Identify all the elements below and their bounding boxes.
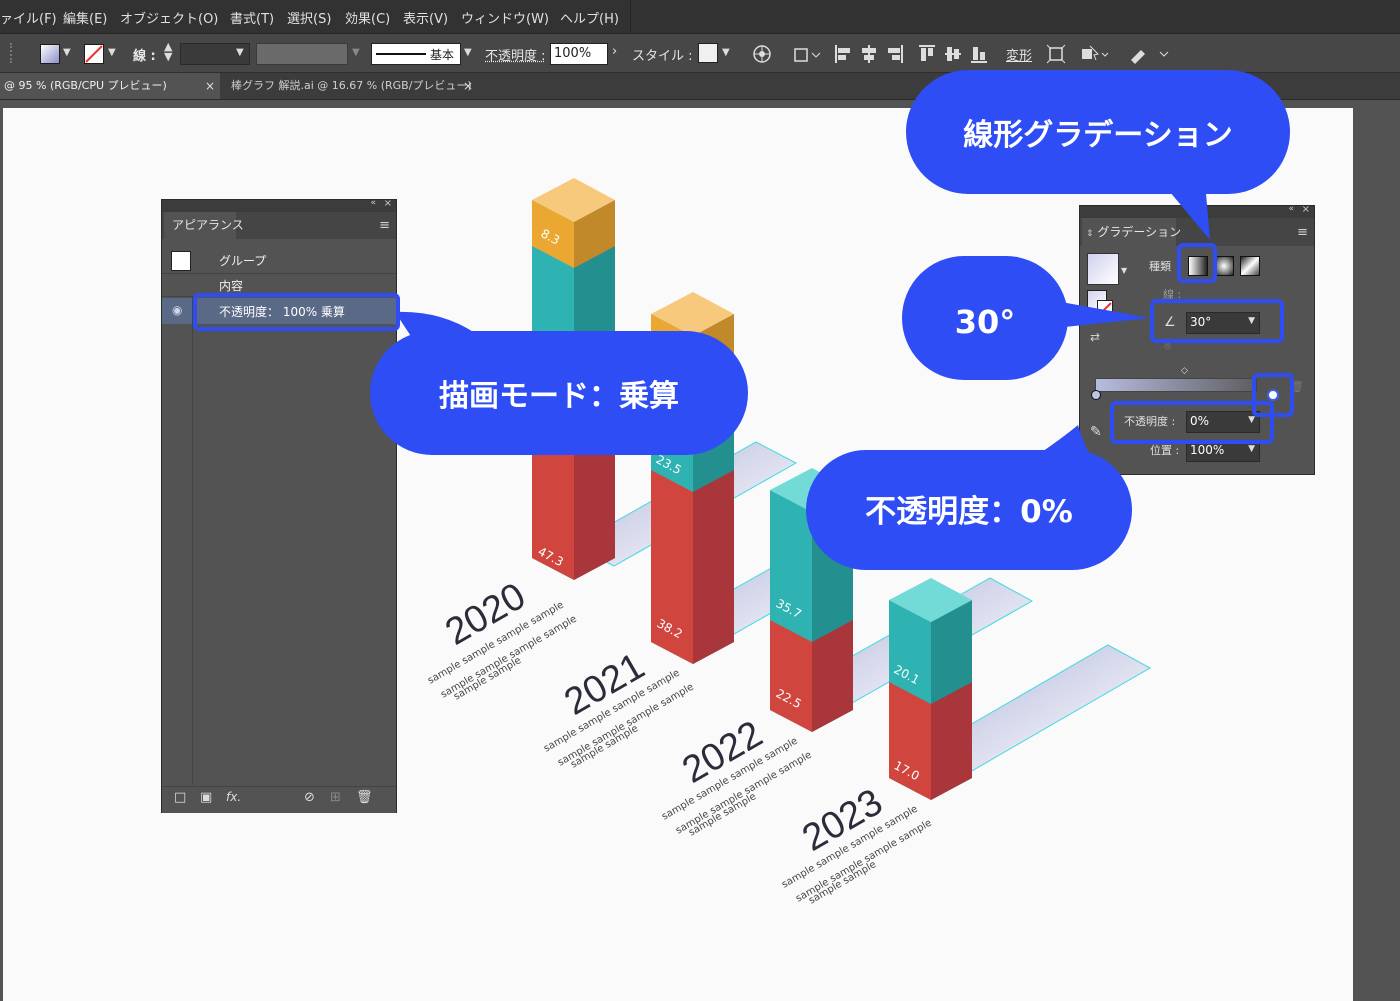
eyedropper-icon[interactable]: ✎ [1090, 424, 1102, 440]
gradient-preset-dropdown-icon[interactable]: ▼ [1121, 266, 1127, 275]
radial-gradient-button[interactable] [1214, 256, 1234, 276]
contents-label[interactable]: 内容 [219, 277, 243, 294]
panel-header-bar[interactable]: « × [1080, 204, 1314, 218]
panel-footer: □ ▣ fx. ⊘ ⊞ 🗑 [162, 786, 396, 813]
group-thumbnail [171, 251, 191, 271]
bar-2021 [651, 292, 734, 664]
highlight-stop-opacity [1110, 401, 1274, 444]
gradient-slider[interactable] [1095, 378, 1257, 392]
tab-arrows-icon: ⇕ [1086, 229, 1094, 239]
duplicate-item-icon[interactable]: ⊞ [330, 790, 341, 805]
reverse-gradient-icon[interactable]: ⇄ [1090, 330, 1100, 344]
close-icon[interactable]: × [1302, 204, 1310, 215]
no-stroke-icon [1098, 302, 1112, 316]
clear-appearance-icon[interactable]: ⊘ [304, 790, 315, 805]
stop-position-value: 100% [1190, 443, 1225, 457]
add-effect-icon[interactable]: fx. [226, 790, 241, 804]
delete-item-icon[interactable]: 🗑 [356, 790, 373, 805]
type-label: 種類 [1149, 260, 1171, 273]
panel-menu-icon[interactable]: ≡ [1297, 225, 1308, 240]
panel-header-bar[interactable]: « × [162, 198, 396, 212]
highlight-opacity-row [193, 293, 400, 331]
stop-position-label: 位置 : [1150, 444, 1180, 457]
collapse-icon[interactable]: « [1288, 204, 1294, 214]
gradient-panel-title: グラデーション [1097, 225, 1182, 239]
group-label: グループ [219, 254, 267, 268]
tab-gradient[interactable]: ⇕ グラデーション [1082, 218, 1181, 246]
add-fill-icon[interactable]: ▣ [200, 790, 212, 805]
collapse-icon[interactable]: « [370, 198, 376, 208]
midpoint-diamond-icon[interactable]: ◇ [1181, 366, 1188, 376]
panel-menu-icon[interactable]: ≡ [379, 218, 390, 233]
panel-column-divider [192, 297, 193, 785]
highlight-linear-type [1177, 243, 1217, 283]
divider [162, 273, 396, 274]
close-icon[interactable]: × [384, 198, 392, 209]
gradient-preview-swatch[interactable] [1087, 253, 1119, 285]
appearance-panel: « × アピアランス ≡ グループ 内容 ◉ 不透明度： 100% 乗算 □ ▣… [161, 198, 397, 813]
tab-appearance[interactable]: アピアランス [164, 212, 244, 239]
freeform-gradient-button[interactable] [1240, 256, 1260, 276]
gradient-stop-start[interactable] [1091, 390, 1101, 400]
visibility-eye-icon[interactable]: ◉ [172, 303, 182, 317]
highlight-angle [1150, 299, 1284, 343]
add-stroke-icon[interactable]: □ [174, 790, 186, 805]
stroke-none-swatch[interactable] [1097, 300, 1113, 316]
stop-position-dropdown-icon[interactable]: ▼ [1248, 444, 1255, 454]
